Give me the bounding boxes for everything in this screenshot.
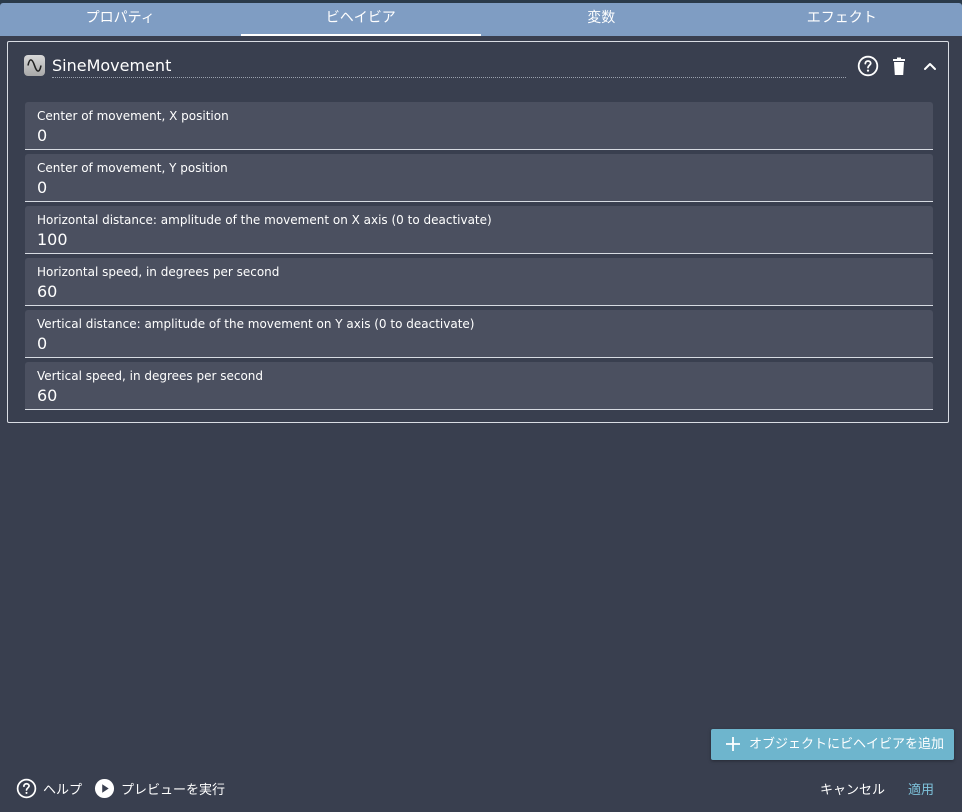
run-preview-button[interactable]: プレビューを実行 [94,777,225,799]
param-label: Vertical speed, in degrees per second [37,369,264,383]
param-label: Horizontal distance: amplitude of the mo… [37,213,492,227]
help-icon [16,778,37,798]
apply-button[interactable]: 適用 [908,779,934,798]
behavior-card: SineMovement Center of movement, X posit… [7,41,949,423]
tab-bar: プロパティ ビヘイビア 変数 エフェクト [0,3,962,36]
param-field-horizontal-distance[interactable]: Horizontal distance: amplitude of the mo… [25,206,933,254]
play-icon [94,778,115,798]
add-behavior-button[interactable]: オブジェクトにビヘイビアを追加 [711,729,954,760]
help-button[interactable]: ヘルプ [16,777,82,799]
tab-properties[interactable]: プロパティ [0,3,241,36]
behavior-card-header: SineMovement [8,42,948,92]
param-label: Center of movement, X position [37,109,229,123]
param-value[interactable]: 60 [37,282,57,301]
param-field-center-y[interactable]: Center of movement, Y position 0 [25,154,933,202]
cancel-button[interactable]: キャンセル [820,779,885,798]
param-value[interactable]: 60 [37,386,57,405]
tab-variables[interactable]: 変数 [481,3,722,36]
param-field-vertical-speed[interactable]: Vertical speed, in degrees per second 60 [25,362,933,410]
delete-trash-icon[interactable] [888,55,910,77]
param-label: Vertical distance: amplitude of the move… [37,317,475,331]
param-label: Center of movement, Y position [37,161,228,175]
param-label: Horizontal speed, in degrees per second [37,265,280,279]
plus-icon [726,737,740,751]
param-value[interactable]: 0 [37,126,47,145]
param-value[interactable]: 0 [37,178,47,197]
add-behavior-label: オブジェクトにビヘイビアを追加 [749,737,945,752]
tab-behaviors[interactable]: ビヘイビア [240,3,482,36]
run-preview-label: プレビューを実行 [121,782,226,798]
help-icon[interactable] [857,55,879,77]
param-field-center-x[interactable]: Center of movement, X position 0 [25,102,933,150]
tab-effects[interactable]: エフェクト [722,3,962,36]
behavior-parameters: Center of movement, X position 0 Center … [25,102,933,414]
help-label: ヘルプ [43,782,83,798]
chevron-up-icon[interactable] [919,55,941,77]
param-value[interactable]: 0 [37,334,47,353]
behavior-name-field[interactable]: SineMovement [52,54,846,78]
sine-wave-icon [24,55,45,76]
param-value[interactable]: 100 [37,230,68,249]
param-field-horizontal-speed[interactable]: Horizontal speed, in degrees per second … [25,258,933,306]
param-field-vertical-distance[interactable]: Vertical distance: amplitude of the move… [25,310,933,358]
footer-left-actions: ヘルプ プレビューを実行 [16,777,237,799]
